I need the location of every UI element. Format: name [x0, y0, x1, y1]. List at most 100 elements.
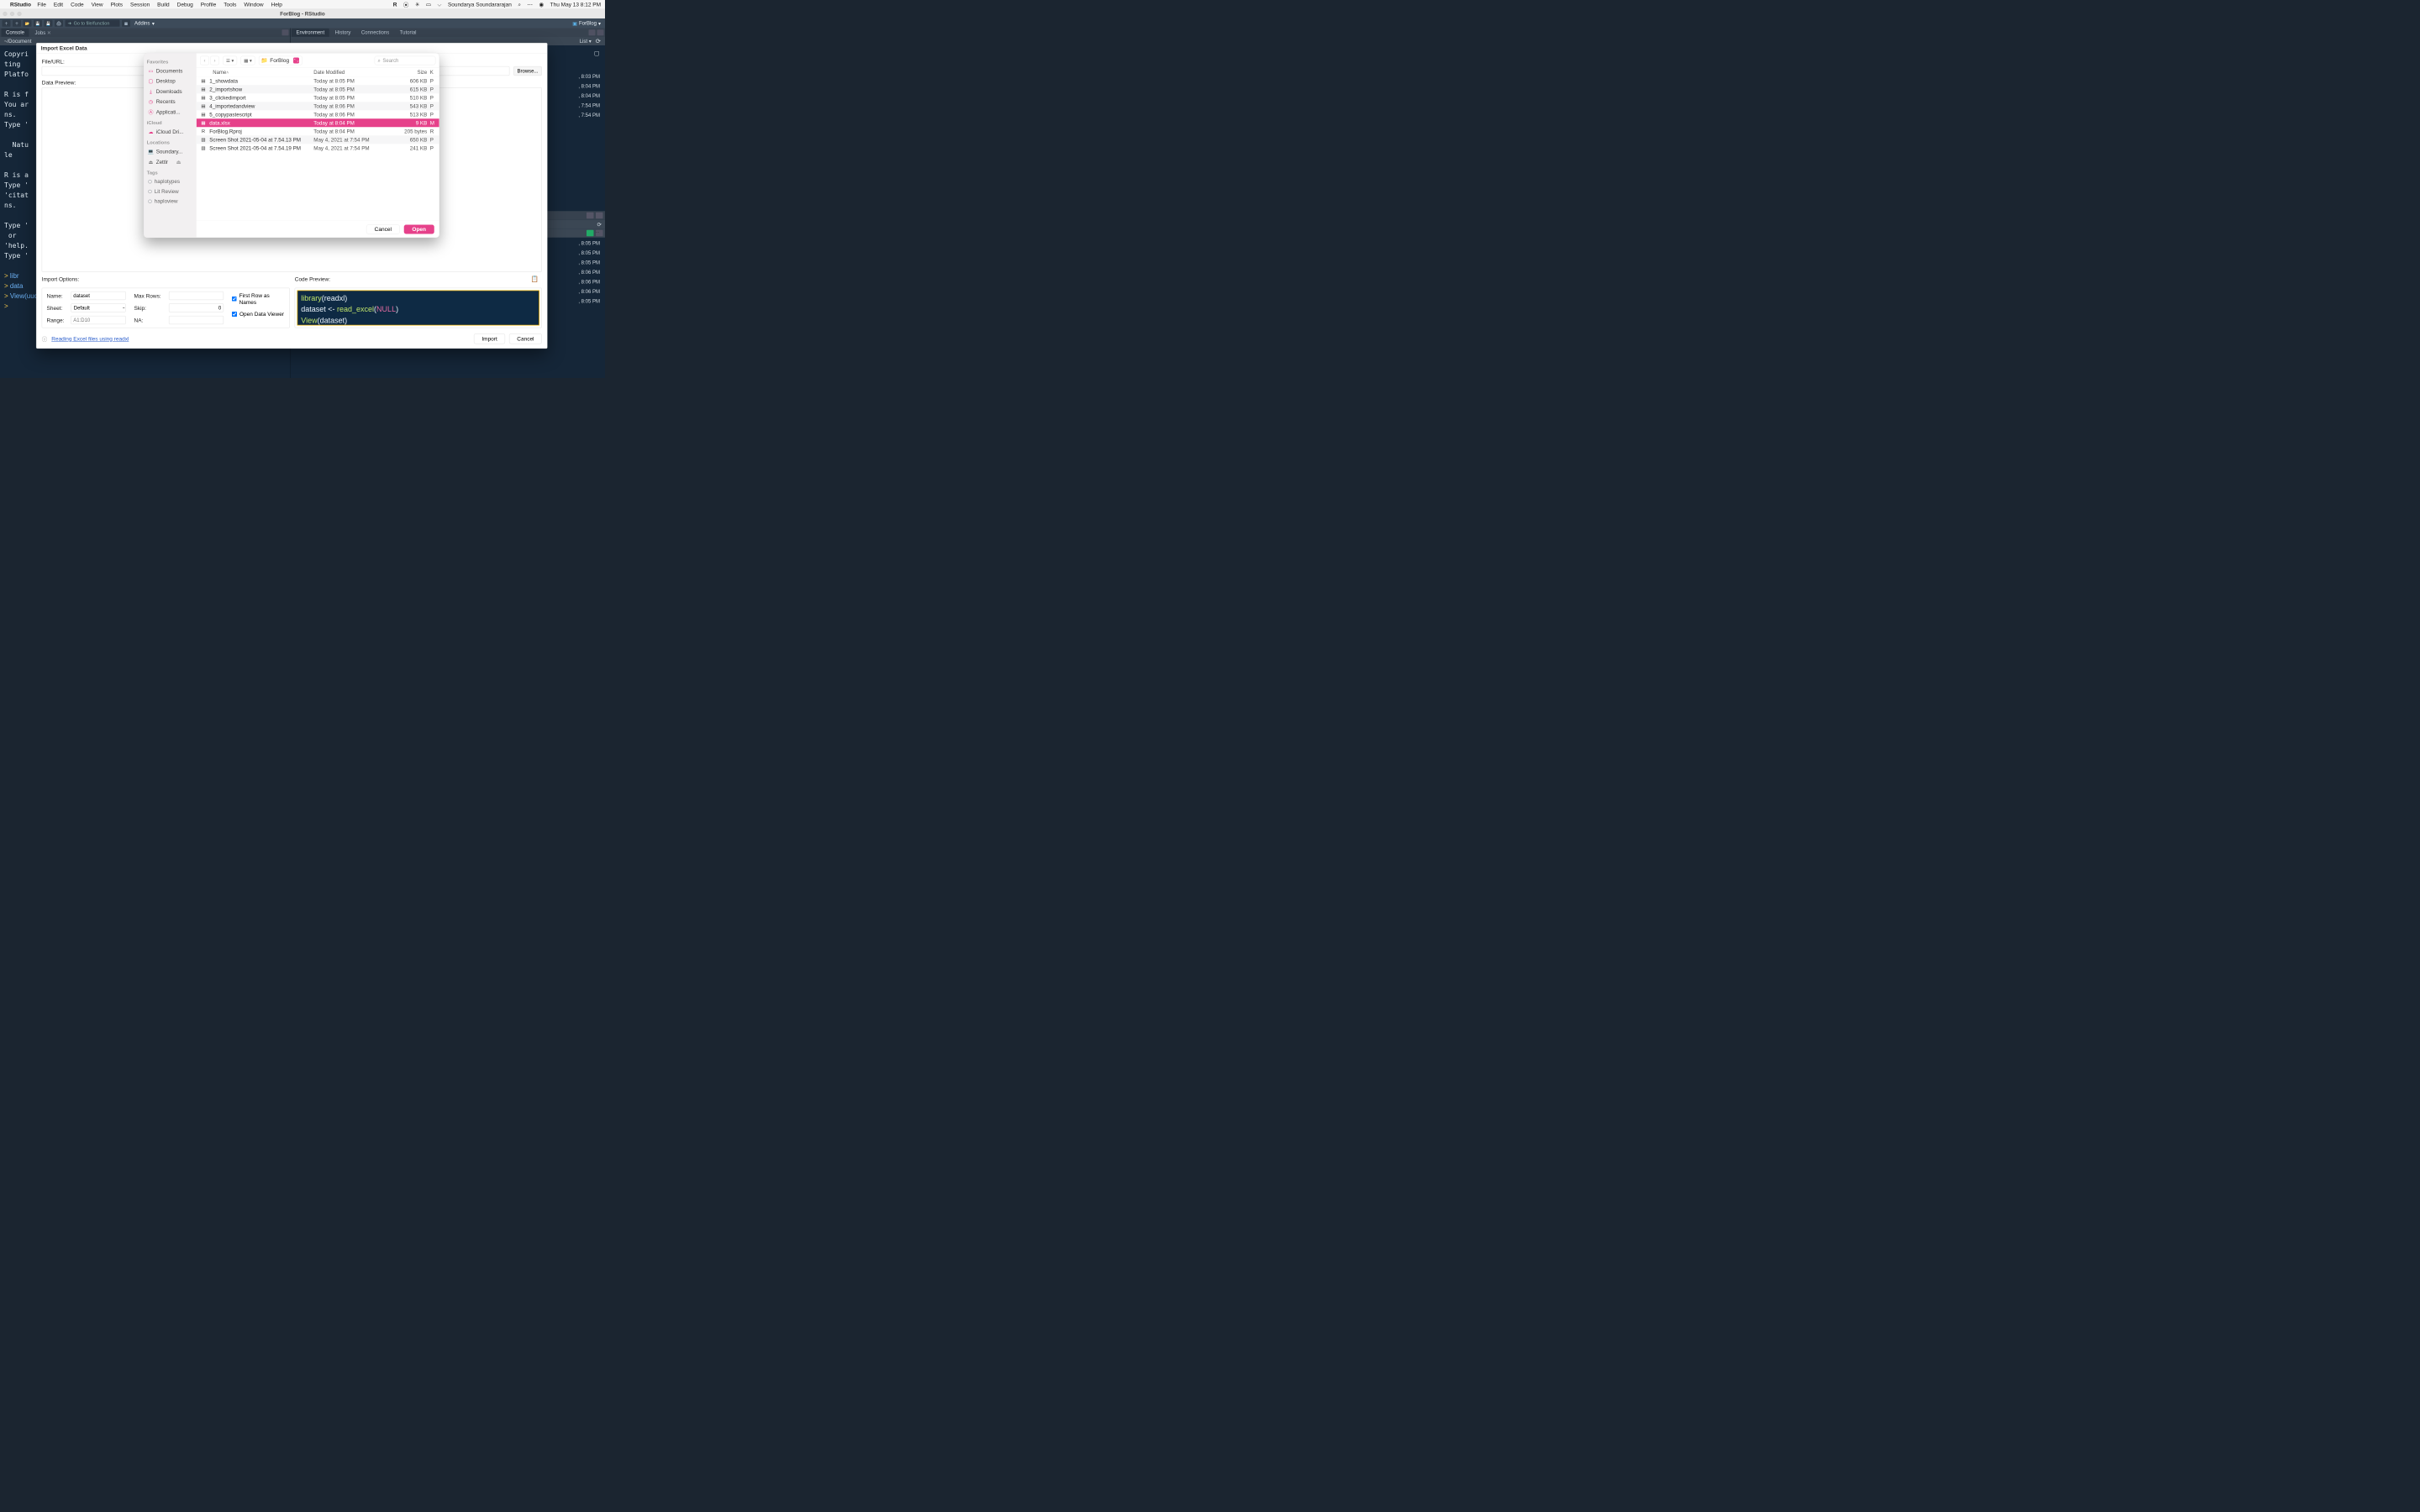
firstrow-checkbox[interactable]: First Row as Names — [232, 292, 285, 306]
menu-view[interactable]: View — [92, 2, 103, 8]
skip-input[interactable] — [169, 304, 224, 312]
tab-console[interactable]: Console — [2, 29, 29, 37]
col-name[interactable]: Name˄ — [200, 69, 313, 75]
close-icon[interactable]: ✕ — [47, 29, 51, 35]
record-icon[interactable]: ⦿ — [403, 1, 409, 8]
file-row[interactable]: RForBlog.RprojToday at 8:04 PM205 bytesR — [197, 127, 439, 135]
finder-cancel-button[interactable]: Cancel — [366, 224, 400, 234]
minimize-icon[interactable] — [10, 12, 14, 16]
opendataviewer-checkbox[interactable]: Open Data Viewer — [232, 311, 285, 318]
help-link[interactable]: Reading Excel files using readxl — [51, 335, 129, 342]
col-kind[interactable]: K — [427, 69, 435, 75]
tag-2[interactable]: Lit Review — [147, 187, 194, 195]
battery-icon[interactable]: ▭ — [426, 2, 431, 8]
sidebar-applications[interactable]: ⒶApplicati... — [147, 108, 194, 117]
back-button[interactable]: ‹ — [200, 56, 209, 66]
file-row[interactable]: ▤4_importedandviewToday at 8:06 PM543 KB… — [197, 102, 439, 110]
refresh-icon[interactable]: ⟳ — [596, 38, 601, 45]
sidebar-desktop[interactable]: ▢Desktop — [147, 77, 194, 86]
view-list-button[interactable]: ☰ ▾ — [223, 56, 237, 66]
maxrows-input[interactable] — [169, 291, 224, 300]
close-icon[interactable] — [3, 12, 8, 16]
menu-code[interactable]: Code — [71, 2, 84, 8]
pane-maximize-icon[interactable] — [282, 29, 289, 35]
menu-edit[interactable]: Edit — [54, 2, 63, 8]
sidebar-location-2[interactable]: ⏏Zettlr ⏏ — [147, 158, 194, 166]
open-file-button[interactable]: 📂 — [24, 20, 32, 27]
sidebar-downloads[interactable]: ⤓Downloads — [147, 87, 194, 96]
file-row[interactable]: ▤3_clickedimportToday at 8:05 PM510 KBP — [197, 93, 439, 102]
addins-menu[interactable]: Addins▾ — [134, 20, 155, 26]
clipboard-icon[interactable]: 📋 — [531, 276, 539, 283]
eject-icon[interactable]: ⏏ — [176, 159, 181, 165]
updown-icon[interactable]: ⌃⌄ — [293, 57, 299, 63]
refresh-icon[interactable]: ⟳ — [596, 221, 603, 228]
save-all-button[interactable]: 💾 — [45, 20, 53, 27]
menu-tools[interactable]: Tools — [224, 2, 236, 8]
list-menu[interactable]: List ▾ — [580, 38, 592, 44]
sidebar-icloud-drive[interactable]: ☁iCloud Dri... — [147, 128, 194, 136]
spotlight-icon[interactable]: ⌕ — [518, 1, 521, 8]
file-row[interactable]: ▧Screen Shot 2021-05-04 at 7.54.19 PMMay… — [197, 144, 439, 152]
menu-session[interactable]: Session — [130, 2, 150, 8]
sort-asc-icon[interactable]: ˄ — [226, 70, 229, 75]
siri-icon[interactable]: ◉ — [539, 2, 544, 8]
file-row[interactable]: ▦data.xlsxToday at 8:04 PM9 KBM — [197, 118, 439, 127]
status-icon[interactable] — [587, 230, 594, 237]
user-name[interactable]: Soundarya Soundararajan — [448, 2, 512, 8]
traffic-lights[interactable] — [3, 12, 22, 16]
code-preview-text[interactable]: library(readxl) dataset <- read_excel(NU… — [297, 291, 540, 326]
sheet-select[interactable]: Default — [71, 304, 126, 312]
menu-window[interactable]: Window — [244, 2, 263, 8]
menu-plots[interactable]: Plots — [111, 2, 123, 8]
sidebar-documents[interactable]: ▭Documents — [147, 67, 194, 76]
cancel-button[interactable]: Cancel — [509, 333, 542, 344]
col-date[interactable]: Date Modified — [313, 69, 393, 75]
project-menu[interactable]: ▣ForBlog▾ — [572, 20, 601, 26]
menu-profile[interactable]: Profile — [201, 2, 216, 8]
tab-connections[interactable]: Connections — [356, 29, 393, 37]
sidebar-recents[interactable]: ◷Recents — [147, 97, 194, 106]
name-input[interactable] — [71, 291, 126, 300]
file-row[interactable]: ▧Screen Shot 2021-05-04 at 7.54.13 PMMay… — [197, 135, 439, 144]
finder-open-button[interactable]: Open — [404, 224, 434, 234]
tab-history[interactable]: History — [330, 29, 355, 37]
col-size[interactable]: Size — [393, 69, 427, 75]
new-project-button[interactable]: ＋ — [13, 20, 21, 27]
control-center-icon[interactable]: ⋯ — [527, 2, 533, 8]
file-row[interactable]: ▤2_importshowToday at 8:05 PM615 KBP — [197, 85, 439, 93]
tag-1[interactable]: haplotypes — [147, 178, 194, 186]
help-icon[interactable]: ⓘ — [42, 335, 48, 343]
finder-search[interactable]: ⌕Search — [375, 56, 436, 66]
tag-3[interactable]: haploview — [147, 197, 194, 205]
clock[interactable]: Thu May 13 8:12 PM — [550, 2, 601, 8]
menu-debug[interactable]: Debug — [177, 2, 193, 8]
range-input[interactable] — [71, 316, 126, 324]
sidebar-location-1[interactable]: 💻Soundary... — [147, 148, 194, 156]
wifi-icon[interactable]: ⌵ — [438, 1, 442, 8]
tab-environment[interactable]: Environment — [292, 29, 329, 37]
pane-icon[interactable] — [587, 213, 594, 219]
forward-button[interactable]: › — [210, 56, 219, 66]
r-icon[interactable]: R — [393, 2, 397, 8]
finder-list[interactable]: ▤1_showdataToday at 8:05 PM606 KBP▤2_imp… — [197, 76, 439, 221]
more-icon[interactable]: ⋯ — [596, 230, 603, 237]
pane-icon[interactable] — [596, 213, 603, 219]
new-file-button[interactable]: ＋ — [3, 20, 11, 27]
goto-file-input[interactable]: ➜Go to file/function — [66, 20, 120, 27]
file-row[interactable]: ▤1_showdataToday at 8:05 PM606 KBP — [197, 76, 439, 85]
menu-file[interactable]: File — [37, 2, 45, 8]
bluetooth-icon[interactable]: ✳︎ — [415, 2, 419, 8]
pane-icon[interactable] — [597, 29, 604, 35]
grid-button[interactable]: ▦ — [122, 20, 130, 27]
pane-icon[interactable] — [589, 29, 596, 35]
tab-tutorial[interactable]: Tutorial — [395, 29, 421, 37]
file-row[interactable]: ▤5_copypastescriptToday at 8:06 PM513 KB… — [197, 110, 439, 118]
menu-build[interactable]: Build — [157, 2, 169, 8]
zoom-icon[interactable] — [18, 12, 22, 16]
na-input[interactable] — [169, 316, 224, 324]
save-button[interactable]: 💾 — [34, 20, 42, 27]
tab-jobs[interactable]: Jobs ✕ — [30, 29, 55, 37]
print-button[interactable]: 🖨 — [55, 20, 63, 27]
menu-help[interactable]: Help — [271, 2, 282, 8]
